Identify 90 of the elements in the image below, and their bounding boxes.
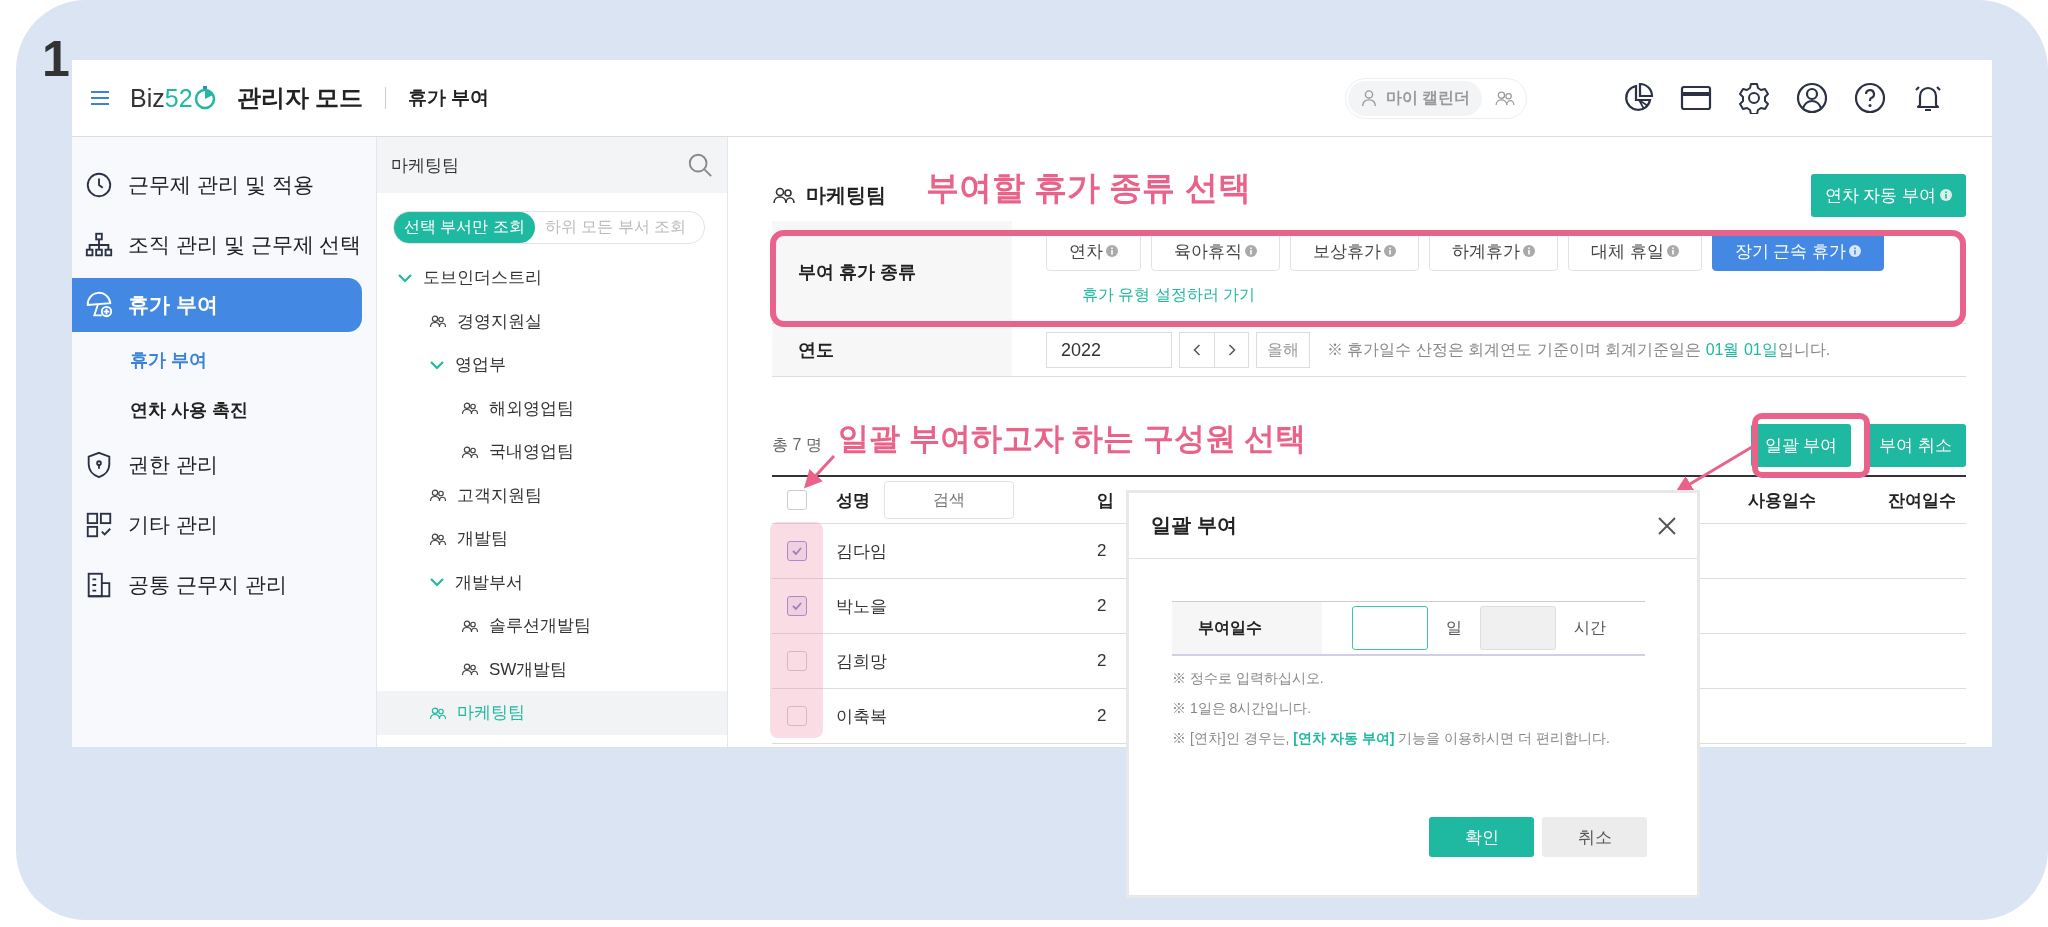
row-checkbox[interactable] (787, 596, 807, 616)
table-cell: 2 (1097, 541, 1107, 560)
note-text: ※ 1일은 8시간입니다. (1172, 700, 1313, 718)
department-search-field[interactable]: 마케팅팀 (377, 137, 727, 193)
info-icon (1245, 245, 1257, 257)
table-cell-text: 이축복 (836, 705, 887, 728)
group-icon (429, 531, 447, 546)
info-icon (1106, 245, 1118, 257)
clock-icon (84, 170, 114, 200)
table-cell: 2 (1097, 651, 1107, 670)
group-icon (772, 186, 796, 204)
tree-item[interactable]: 경영지원실 (377, 299, 727, 343)
tree-item[interactable]: 고객지원팀 (377, 473, 727, 517)
select-all-checkbox[interactable] (787, 490, 807, 510)
column-header: 성명 (836, 489, 870, 512)
admin-mode-title: 관리자 모드 (236, 83, 364, 113)
sidebar-item[interactable]: 기타 관리 (72, 498, 362, 552)
annotation-text: 일괄 부여하고자 하는 구성원 선택 (838, 420, 1307, 458)
step-number: 1 (42, 30, 70, 88)
info-icon (1849, 245, 1862, 257)
table-cell-text: 박노을 (836, 595, 887, 618)
sidebar-subitem[interactable]: 휴가 부여 (72, 335, 376, 385)
table-cell-text: 김희망 (836, 650, 887, 673)
sidebar-item[interactable]: 조직 관리 및 근무제 선택 (72, 218, 362, 272)
logo: Biz52 (130, 83, 217, 113)
unit-label: 시간 (1574, 617, 1606, 638)
column-header: 잔여일수 (1888, 490, 1956, 510)
group-icon (461, 444, 479, 459)
group-icon (1494, 90, 1516, 106)
sidebar-item[interactable]: 근무제 관리 및 적용 (72, 158, 362, 212)
days-field[interactable] (1352, 606, 1428, 650)
row-checkbox[interactable] (787, 651, 807, 671)
help-icon[interactable] (1854, 82, 1886, 114)
tree-item[interactable]: 개발팀 (377, 517, 727, 561)
column-header: 입 (1097, 490, 1114, 510)
page-title: 휴가 부여 (408, 86, 490, 110)
sidebar-item[interactable]: 권한 관리 (72, 438, 362, 492)
search-text: 마케팅팀 (391, 154, 460, 177)
tree-item[interactable]: 국내영업팀 (377, 430, 727, 474)
tree-item[interactable]: 솔루션개발팀 (377, 604, 727, 648)
tree-item[interactable]: 개발부서 (377, 560, 727, 604)
row-checkbox[interactable] (787, 541, 807, 561)
unit-label: 일 (1446, 617, 1462, 638)
column-header: 사용일수 (1748, 490, 1816, 510)
year-field[interactable]: 2022 (1046, 332, 1172, 368)
pie-chart-icon[interactable] (1622, 82, 1654, 114)
note-text: ※ 정수로 입력하십시오. (1172, 670, 1325, 688)
tree-item[interactable]: 해외영업팀 (377, 386, 727, 430)
tree-item[interactable]: 도브인더스트리 (377, 256, 727, 300)
tree-item[interactable]: 영업부 (377, 343, 727, 387)
name-search-field[interactable]: 검색 (884, 481, 1014, 519)
info-icon (1384, 245, 1396, 257)
sidebar-item[interactable]: 공통 근무지 관리 (72, 558, 362, 612)
umbrella-icon (84, 290, 114, 320)
member-count: 총 7 명 (772, 434, 822, 455)
group-icon (461, 401, 479, 416)
person-icon (1359, 89, 1378, 107)
row-checkbox[interactable] (787, 706, 807, 726)
group-icon (429, 705, 447, 720)
menu-icon[interactable] (90, 90, 110, 106)
note-text: ※ [연차]인 경우는, [연차 자동 부여] 기능을 이용하시면 더 편리합니다. (1172, 730, 1611, 748)
team-title: 마케팅팀 (806, 182, 886, 208)
table-cell: 2 (1097, 596, 1107, 615)
info-icon (1940, 189, 1952, 201)
tree-item[interactable]: SW개발팀 (377, 647, 727, 691)
chevron-left-icon (1192, 343, 1202, 357)
info-icon (1523, 245, 1535, 257)
group-icon (461, 662, 479, 677)
group-icon (461, 618, 479, 633)
field-label: 부여일수 (1172, 602, 1322, 654)
group-icon (429, 488, 447, 503)
table-cell-text: 김다임 (836, 540, 887, 563)
chevron-right-icon (1226, 343, 1237, 357)
pointer-arrow (803, 454, 836, 489)
group-icon (429, 314, 447, 329)
close-icon[interactable] (1657, 515, 1677, 536)
dialog-title: 일괄 부여 (1151, 513, 1237, 538)
field-label: 연도 (772, 324, 1012, 376)
grid-check-icon (84, 510, 114, 540)
table-cell: 2 (1097, 706, 1107, 725)
sidebar-item[interactable]: 휴가 부여 (72, 278, 362, 332)
year-note: ※ 휴가일수 산정은 회계연도 기준이며 회계기준일은 01월 01일입니다. (1327, 339, 1831, 360)
annotation-text: 부여할 휴가 종류 선택 (926, 168, 1251, 208)
account-icon[interactable] (1796, 82, 1828, 114)
search-icon[interactable] (687, 152, 713, 178)
field-label: 부여 휴가 종류 (772, 221, 1012, 323)
sidebar-subitem[interactable]: 연차 사용 촉진 (72, 385, 376, 435)
settings-icon[interactable] (1738, 82, 1770, 114)
cancel-button[interactable]: 취소 (1542, 817, 1647, 857)
info-icon (1666, 245, 1679, 257)
